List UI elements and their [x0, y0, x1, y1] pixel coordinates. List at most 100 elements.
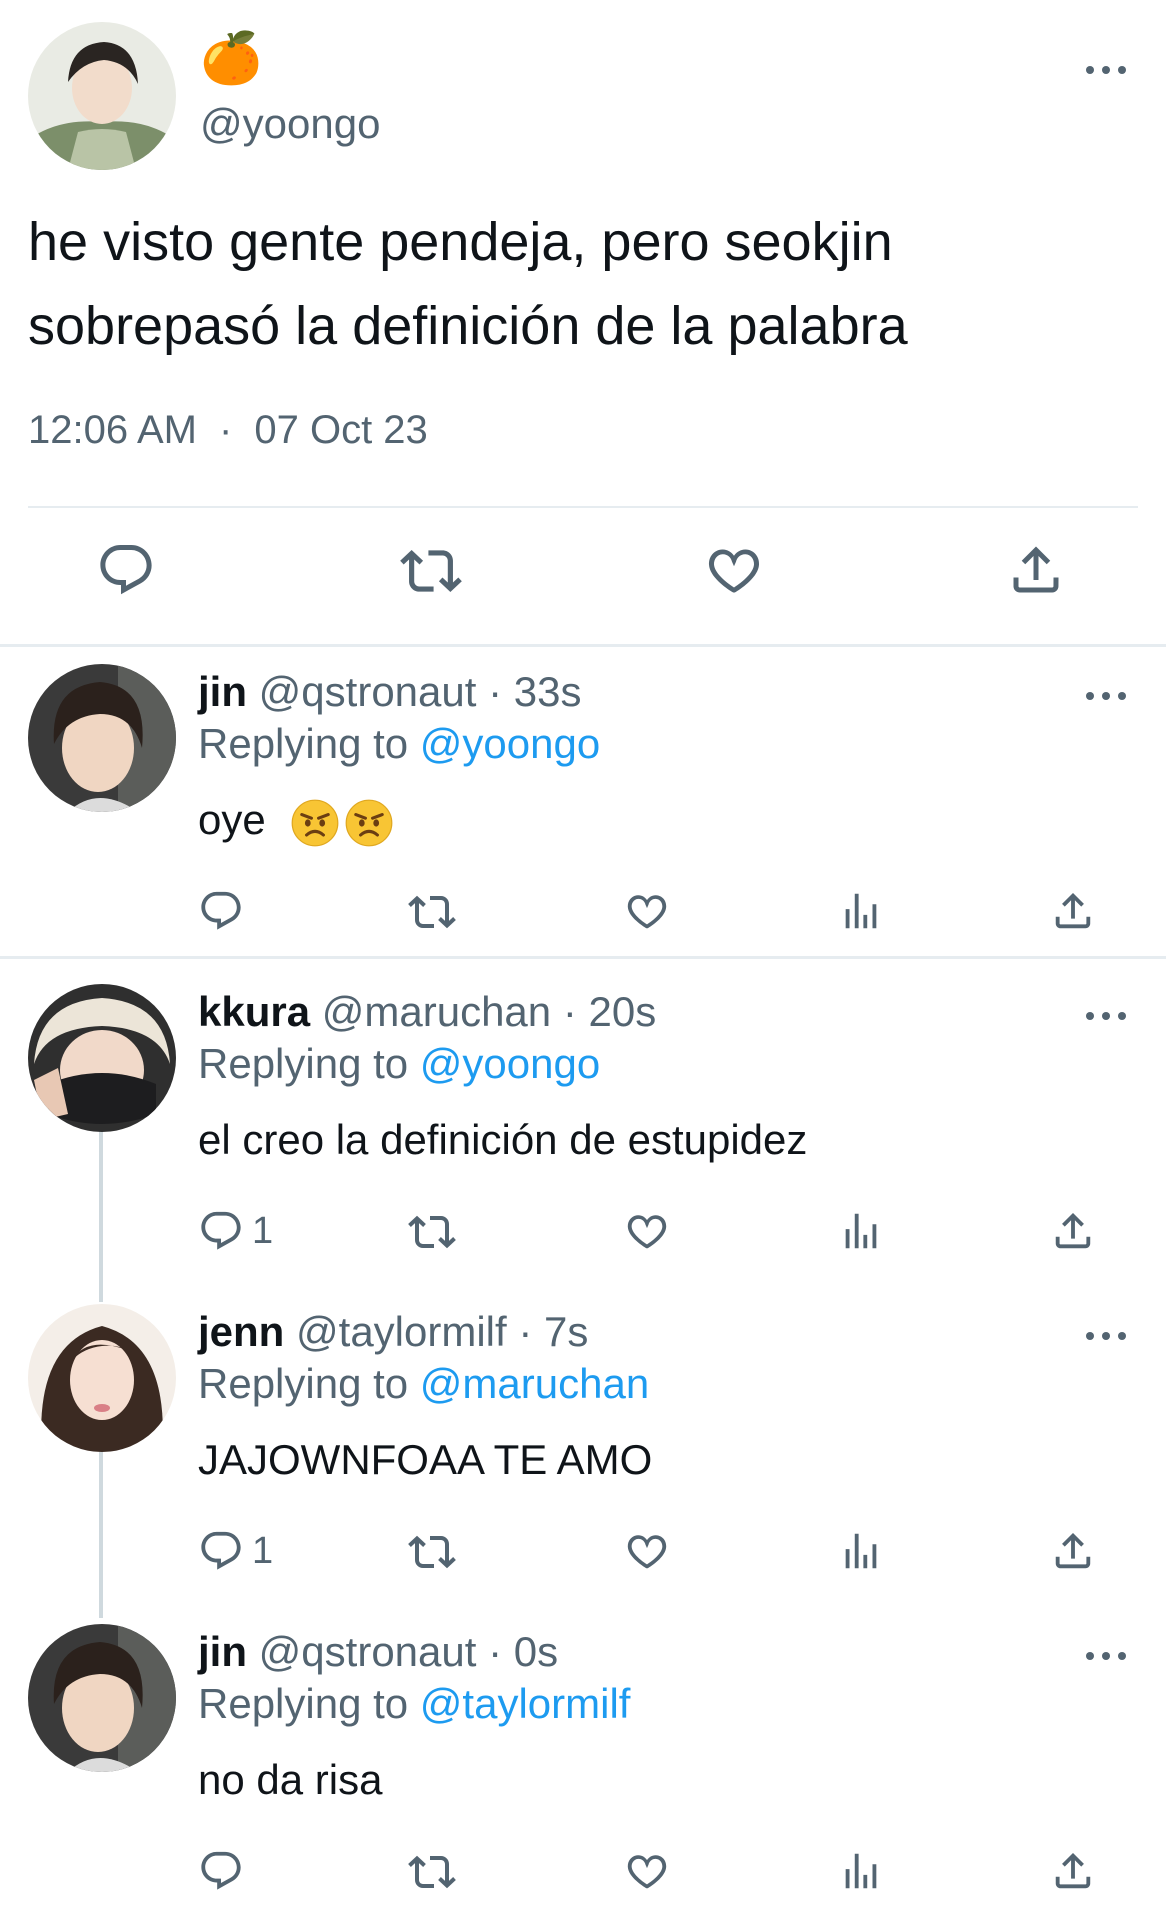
replying-label: Replying to — [198, 1680, 420, 1727]
user-handle[interactable]: @qstronaut · 33s — [259, 668, 582, 715]
retweet-button[interactable] — [408, 1848, 456, 1896]
retweet-icon — [408, 1848, 456, 1896]
more-icon[interactable] — [1086, 690, 1126, 702]
share-button[interactable] — [1050, 1528, 1096, 1574]
like-button[interactable] — [624, 1208, 670, 1254]
reply-button[interactable] — [198, 888, 252, 934]
angry-face-icon — [291, 799, 339, 847]
share-icon — [1050, 1528, 1096, 1574]
tweet-actions: 1 — [0, 1528, 1166, 1588]
more-icon[interactable] — [1086, 1330, 1126, 1342]
retweet-icon — [408, 1208, 456, 1256]
views-icon — [838, 1848, 884, 1894]
avatar[interactable] — [28, 1624, 176, 1772]
retweet-button[interactable] — [408, 888, 456, 936]
tweet-actions — [0, 540, 1166, 612]
display-name[interactable]: jin — [198, 668, 247, 715]
display-name[interactable]: kkura — [198, 988, 310, 1035]
replying-label: Replying to — [198, 1040, 420, 1087]
reply-text: no da risa — [198, 1756, 383, 1803]
reply-button[interactable]: 1 — [198, 1208, 273, 1254]
share-icon — [1050, 888, 1096, 934]
replying-label: Replying to — [198, 1360, 420, 1407]
heart-icon — [704, 540, 764, 600]
reply-tweet[interactable]: jin @qstronaut · 0s Replying to @taylorm… — [0, 1610, 1166, 1920]
tweet-actions — [0, 1848, 1166, 1908]
views-icon — [838, 888, 884, 934]
reply-text: JAJOWNFOAA TE AMO — [198, 1436, 653, 1483]
heart-icon — [624, 1528, 670, 1574]
share-icon — [1050, 1208, 1096, 1254]
more-icon[interactable] — [1086, 64, 1126, 76]
display-name[interactable]: jin — [198, 1628, 247, 1675]
retweet-icon — [408, 888, 456, 936]
user-handle[interactable]: @yoongo — [200, 100, 380, 148]
display-name[interactable]: jenn — [198, 1308, 284, 1355]
reply-icon — [198, 1528, 244, 1574]
mention-link[interactable]: @yoongo — [420, 1040, 600, 1087]
reply-icon — [198, 1848, 244, 1894]
share-button[interactable] — [1050, 888, 1096, 934]
retweet-button[interactable] — [408, 1528, 456, 1576]
reply-tweet[interactable]: jenn @taylormilf · 7s Replying to @maruc… — [0, 1290, 1166, 1608]
divider — [28, 506, 1138, 508]
mention-link[interactable]: @taylormilf — [420, 1680, 631, 1727]
avatar[interactable] — [28, 1304, 176, 1452]
like-button[interactable] — [624, 888, 670, 934]
mention-link[interactable]: @yoongo — [420, 720, 600, 767]
user-handle[interactable]: @taylormilf · 7s — [296, 1308, 588, 1355]
reply-button[interactable]: 1 — [198, 1528, 273, 1574]
divider — [0, 956, 1166, 959]
separator-dot: · — [219, 408, 233, 452]
reply-header: jin @qstronaut · 0s — [198, 1628, 558, 1676]
heart-icon — [624, 1848, 670, 1894]
avatar[interactable] — [28, 22, 176, 170]
views-button[interactable] — [838, 1528, 884, 1574]
avatar[interactable] — [28, 984, 176, 1132]
views-icon — [838, 1528, 884, 1574]
display-name: 🍊 — [200, 30, 263, 86]
reply-tweet[interactable]: kkura @maruchan · 20s Replying to @yoong… — [0, 970, 1166, 1288]
user-handle[interactable]: @maruchan · 20s — [322, 988, 656, 1035]
reply-button[interactable] — [96, 540, 156, 600]
mention-link[interactable]: @maruchan — [420, 1360, 649, 1407]
reply-icon — [198, 888, 244, 934]
heart-icon — [624, 888, 670, 934]
retweet-button[interactable] — [400, 540, 462, 602]
reply-text: el creo la definición de estupidez — [198, 1116, 808, 1163]
more-icon[interactable] — [1086, 1010, 1126, 1022]
share-button[interactable] — [1050, 1208, 1096, 1254]
views-button[interactable] — [838, 888, 884, 934]
reply-icon — [96, 540, 156, 600]
reply-count: 1 — [252, 1529, 274, 1572]
reply-text: oye — [198, 796, 393, 847]
reply-button[interactable] — [198, 1848, 252, 1894]
share-icon — [1006, 540, 1066, 600]
replying-to: Replying to @yoongo — [198, 1040, 600, 1088]
like-button[interactable] — [624, 1528, 670, 1574]
reply-header: kkura @maruchan · 20s — [198, 988, 656, 1036]
share-button[interactable] — [1006, 540, 1066, 600]
replying-label: Replying to — [198, 720, 420, 767]
avatar[interactable] — [28, 664, 176, 812]
reply-header: jin @qstronaut · 33s — [198, 668, 581, 716]
reply-icon — [198, 1208, 244, 1254]
retweet-button[interactable] — [408, 1208, 456, 1256]
replying-to: Replying to @maruchan — [198, 1360, 649, 1408]
like-button[interactable] — [624, 1848, 670, 1894]
more-icon[interactable] — [1086, 1650, 1126, 1662]
views-button[interactable] — [838, 1208, 884, 1254]
angry-face-icon — [345, 799, 393, 847]
share-icon — [1050, 1848, 1096, 1894]
share-button[interactable] — [1050, 1848, 1096, 1894]
user-handle[interactable]: @qstronaut · 0s — [259, 1628, 558, 1675]
heart-icon — [624, 1208, 670, 1254]
tweet-actions: 1 — [0, 1208, 1166, 1268]
tweet-time: 12:06 AM — [28, 408, 198, 452]
tweet-timestamp: 12:06 AM · 07 Oct 23 — [28, 408, 428, 453]
like-button[interactable] — [704, 540, 764, 600]
retweet-icon — [408, 1528, 456, 1576]
reply-tweet[interactable]: jin @qstronaut · 33s Replying to @yoongo… — [0, 650, 1166, 955]
tweet-date: 07 Oct 23 — [254, 408, 428, 452]
views-button[interactable] — [838, 1848, 884, 1894]
